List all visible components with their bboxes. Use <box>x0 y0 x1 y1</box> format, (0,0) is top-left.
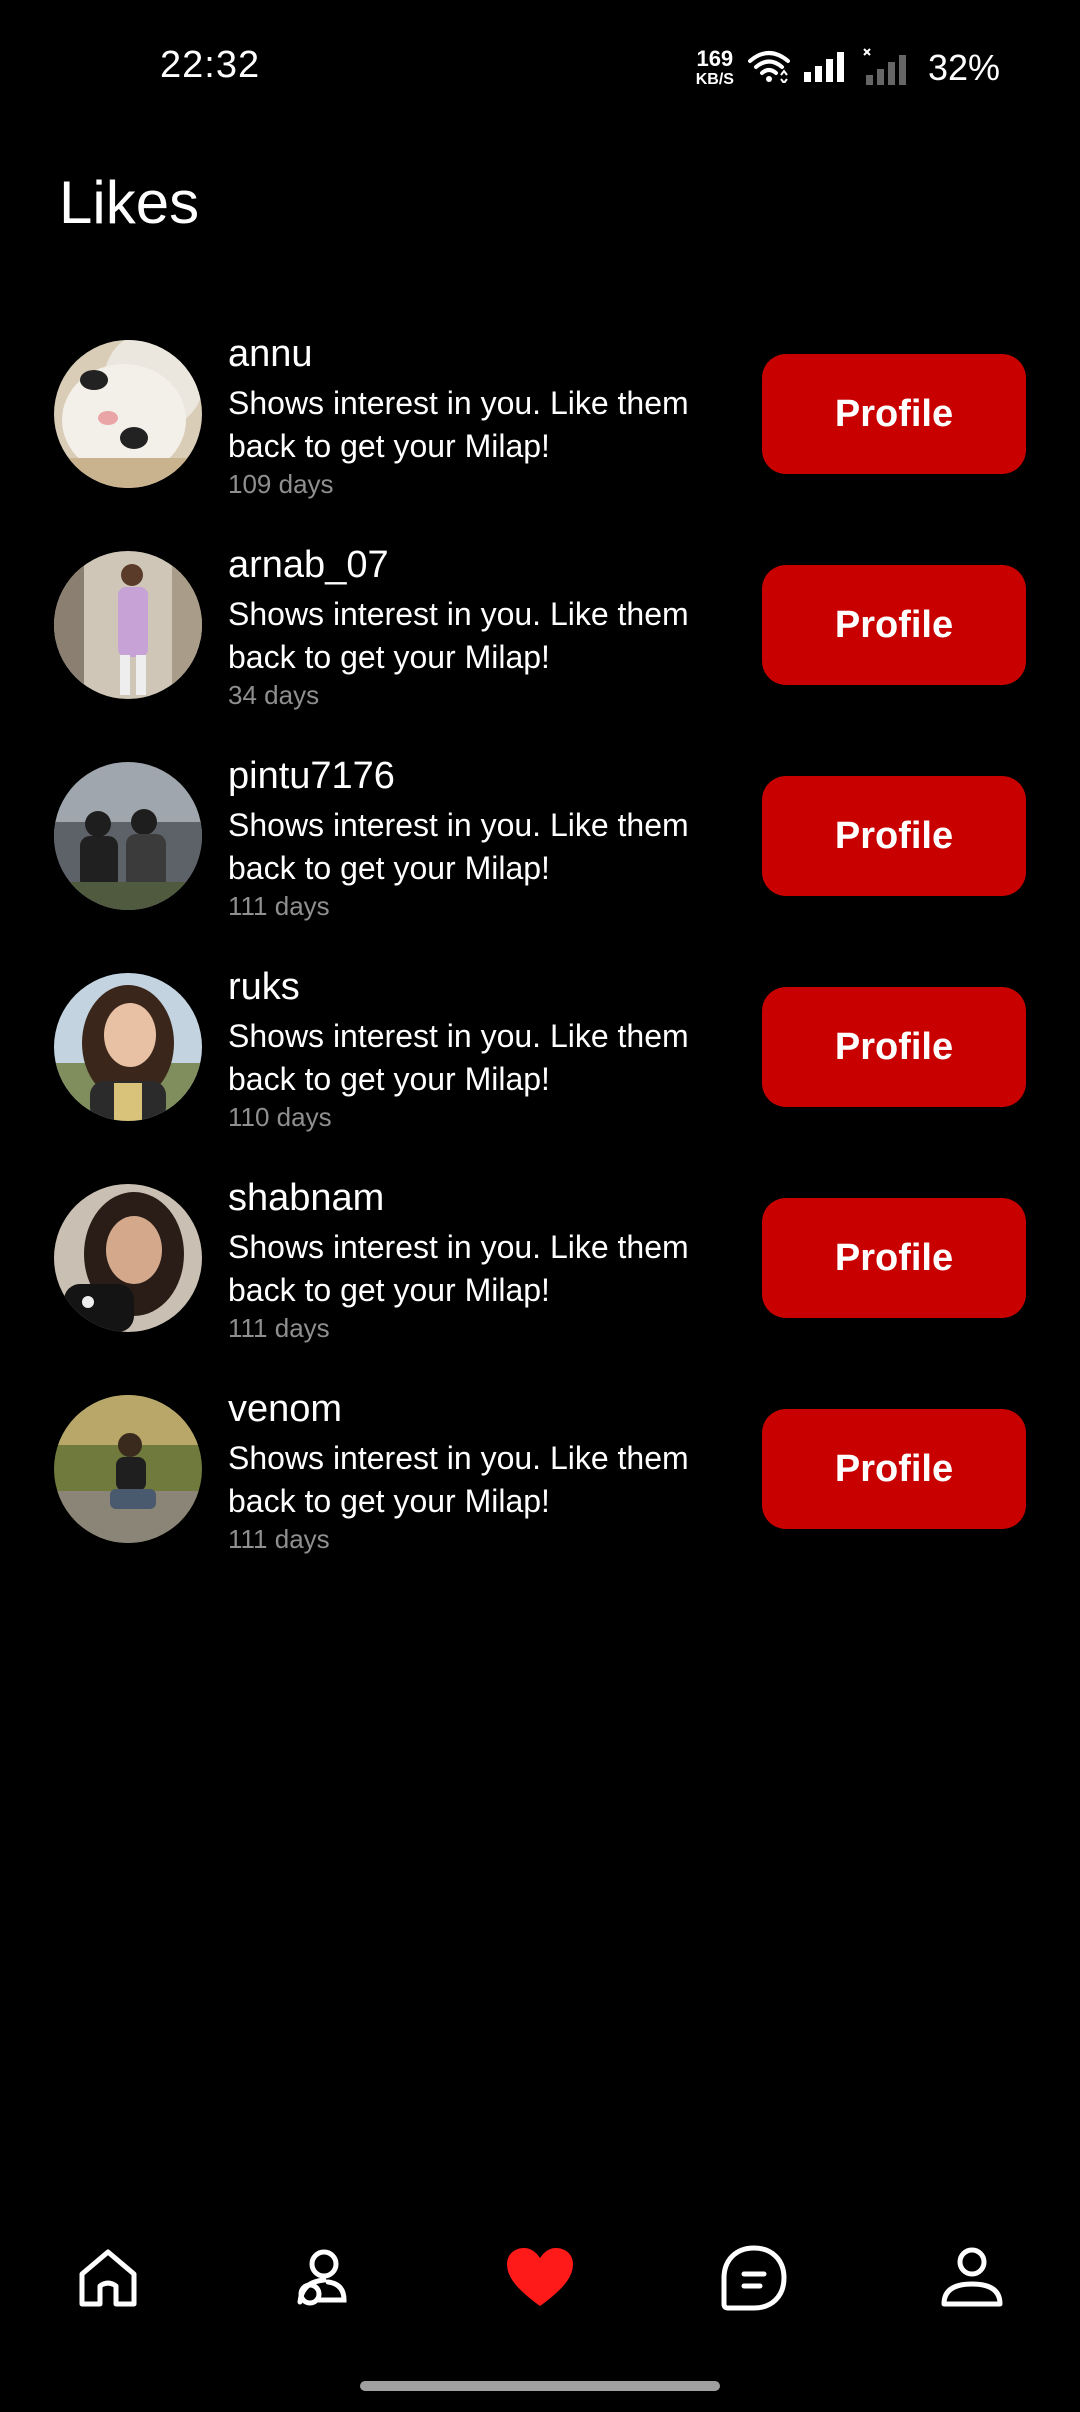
wifi-icon <box>747 49 790 88</box>
avatar[interactable] <box>54 762 202 910</box>
status-bar: 22:32 169 KB/S 32% <box>0 0 1080 140</box>
profile-button[interactable]: Profile <box>762 354 1026 474</box>
profile-button[interactable]: Profile <box>762 1409 1026 1529</box>
row-message: Shows interest in you. Like them back to… <box>228 807 689 886</box>
row-name: ruks <box>228 966 300 1008</box>
nav-people[interactable] <box>270 2230 370 2330</box>
row-days: 111 days <box>228 891 330 921</box>
network-speed-unit: KB/S <box>695 71 734 88</box>
row-name: pintu7176 <box>228 755 395 797</box>
page-title: Likes <box>59 169 200 236</box>
status-time: 22:32 <box>160 44 261 86</box>
like-row: venom Shows interest in you. Like them b… <box>0 1388 1080 1602</box>
like-row: shabnam Shows interest in you. Like them… <box>0 1177 1080 1391</box>
battery-level: 32% <box>927 47 1000 88</box>
row-name: arnab_07 <box>228 544 389 586</box>
nav-chat[interactable] <box>704 2230 804 2330</box>
like-row: arnab_07 Shows interest in you. Like the… <box>0 544 1080 758</box>
row-days: 110 days <box>228 1102 332 1132</box>
row-message: Shows interest in you. Like them back to… <box>228 1229 689 1308</box>
signal-icon <box>803 50 848 87</box>
profile-button[interactable]: Profile <box>762 565 1026 685</box>
home-icon <box>76 2246 140 2315</box>
bottom-navigation <box>0 2230 1080 2330</box>
profile-button[interactable]: Profile <box>762 987 1026 1107</box>
avatar[interactable] <box>54 551 202 699</box>
row-message: Shows interest in you. Like them back to… <box>228 1018 689 1097</box>
nav-home[interactable] <box>58 2230 158 2330</box>
row-days: 109 days <box>228 469 334 499</box>
profile-button[interactable]: Profile <box>762 1198 1026 1318</box>
nav-likes[interactable] <box>490 2230 590 2330</box>
network-speed: 169 KB/S <box>696 48 734 88</box>
row-days: 34 days <box>228 680 320 710</box>
status-icons: 169 KB/S 32% <box>696 44 1000 92</box>
row-name: shabnam <box>228 1177 385 1219</box>
avatar[interactable] <box>54 340 202 488</box>
like-row: ruks Shows interest in you. Like them ba… <box>0 966 1080 1180</box>
like-row: annu Shows interest in you. Like them ba… <box>0 333 1080 547</box>
like-row: pintu7176 Shows interest in you. Like th… <box>0 755 1080 969</box>
signal-no-service-icon <box>862 47 908 90</box>
avatar[interactable] <box>54 973 202 1121</box>
row-message: Shows interest in you. Like them back to… <box>228 1440 689 1519</box>
nav-profile[interactable] <box>922 2230 1022 2330</box>
row-message: Shows interest in you. Like them back to… <box>228 385 689 464</box>
avatar[interactable] <box>54 1184 202 1332</box>
network-speed-value: 169 <box>696 46 734 71</box>
heart-icon <box>505 2246 575 2315</box>
avatar[interactable] <box>54 1395 202 1543</box>
home-indicator[interactable] <box>360 2381 720 2391</box>
row-name: venom <box>228 1388 343 1430</box>
row-name: annu <box>228 333 313 375</box>
user-icon <box>940 2246 1004 2315</box>
people-icon <box>288 2246 352 2315</box>
row-days: 111 days <box>228 1524 330 1554</box>
profile-button[interactable]: Profile <box>762 776 1026 896</box>
row-days: 111 days <box>228 1313 330 1343</box>
chat-icon <box>720 2244 788 2317</box>
row-message: Shows interest in you. Like them back to… <box>228 596 689 675</box>
likes-list: annu Shows interest in you. Like them ba… <box>0 333 1080 1602</box>
